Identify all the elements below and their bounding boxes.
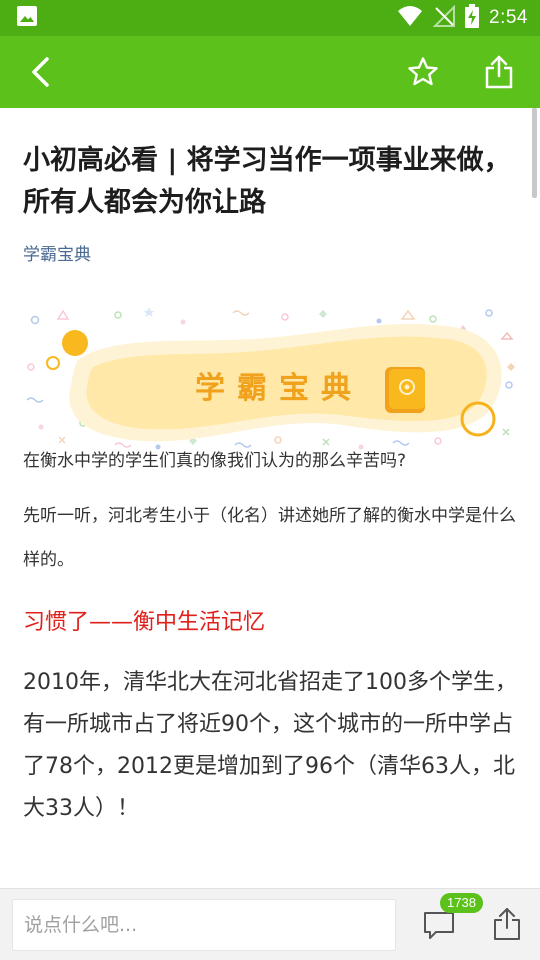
battery-charging-icon: [465, 4, 480, 32]
comments-button[interactable]: 1738: [422, 892, 483, 943]
share-icon: [485, 55, 513, 89]
back-arrow-icon: [32, 57, 49, 87]
share-icon: [494, 907, 520, 940]
star-outline-icon: [408, 57, 438, 86]
section-heading: 习惯了——衡中生活记忆: [23, 610, 266, 635]
wifi-icon: [397, 5, 423, 31]
comment-input[interactable]: [12, 898, 396, 951]
no-signal-icon: [432, 4, 456, 31]
image-icon: [16, 5, 38, 31]
banner-title: 学霸宝典: [195, 371, 363, 406]
article-banner: 学霸宝典: [23, 305, 517, 455]
status-bar: 2:54: [0, 0, 540, 36]
bottom-share-button[interactable]: [492, 907, 528, 943]
paragraph: 2010年，清华北大在河北省招走了100多个学生，有一所城市占了将近90个，这个…: [23, 670, 517, 821]
share-button[interactable]: [476, 49, 522, 95]
app-bar: [0, 36, 540, 108]
back-button[interactable]: [18, 49, 64, 95]
article-content[interactable]: 小初高必看 | 将学习当作一项事业来做，所有人都会为你让路 学霸宝典 学霸宝典 …: [0, 108, 540, 888]
status-time: 2:54: [489, 7, 528, 28]
scrollbar[interactable]: [532, 108, 537, 198]
favorite-button[interactable]: [400, 49, 446, 95]
article-title: 小初高必看 | 将学习当作一项事业来做，所有人都会为你让路: [23, 145, 511, 218]
comment-count-badge: 1738: [440, 892, 483, 913]
article-source[interactable]: 学霸宝典: [23, 240, 517, 265]
paragraph: 先听一听，河北考生小于（化名）讲述她所了解的衡水中学是什么样的。: [23, 506, 516, 570]
bottom-bar: 1738: [0, 888, 540, 960]
